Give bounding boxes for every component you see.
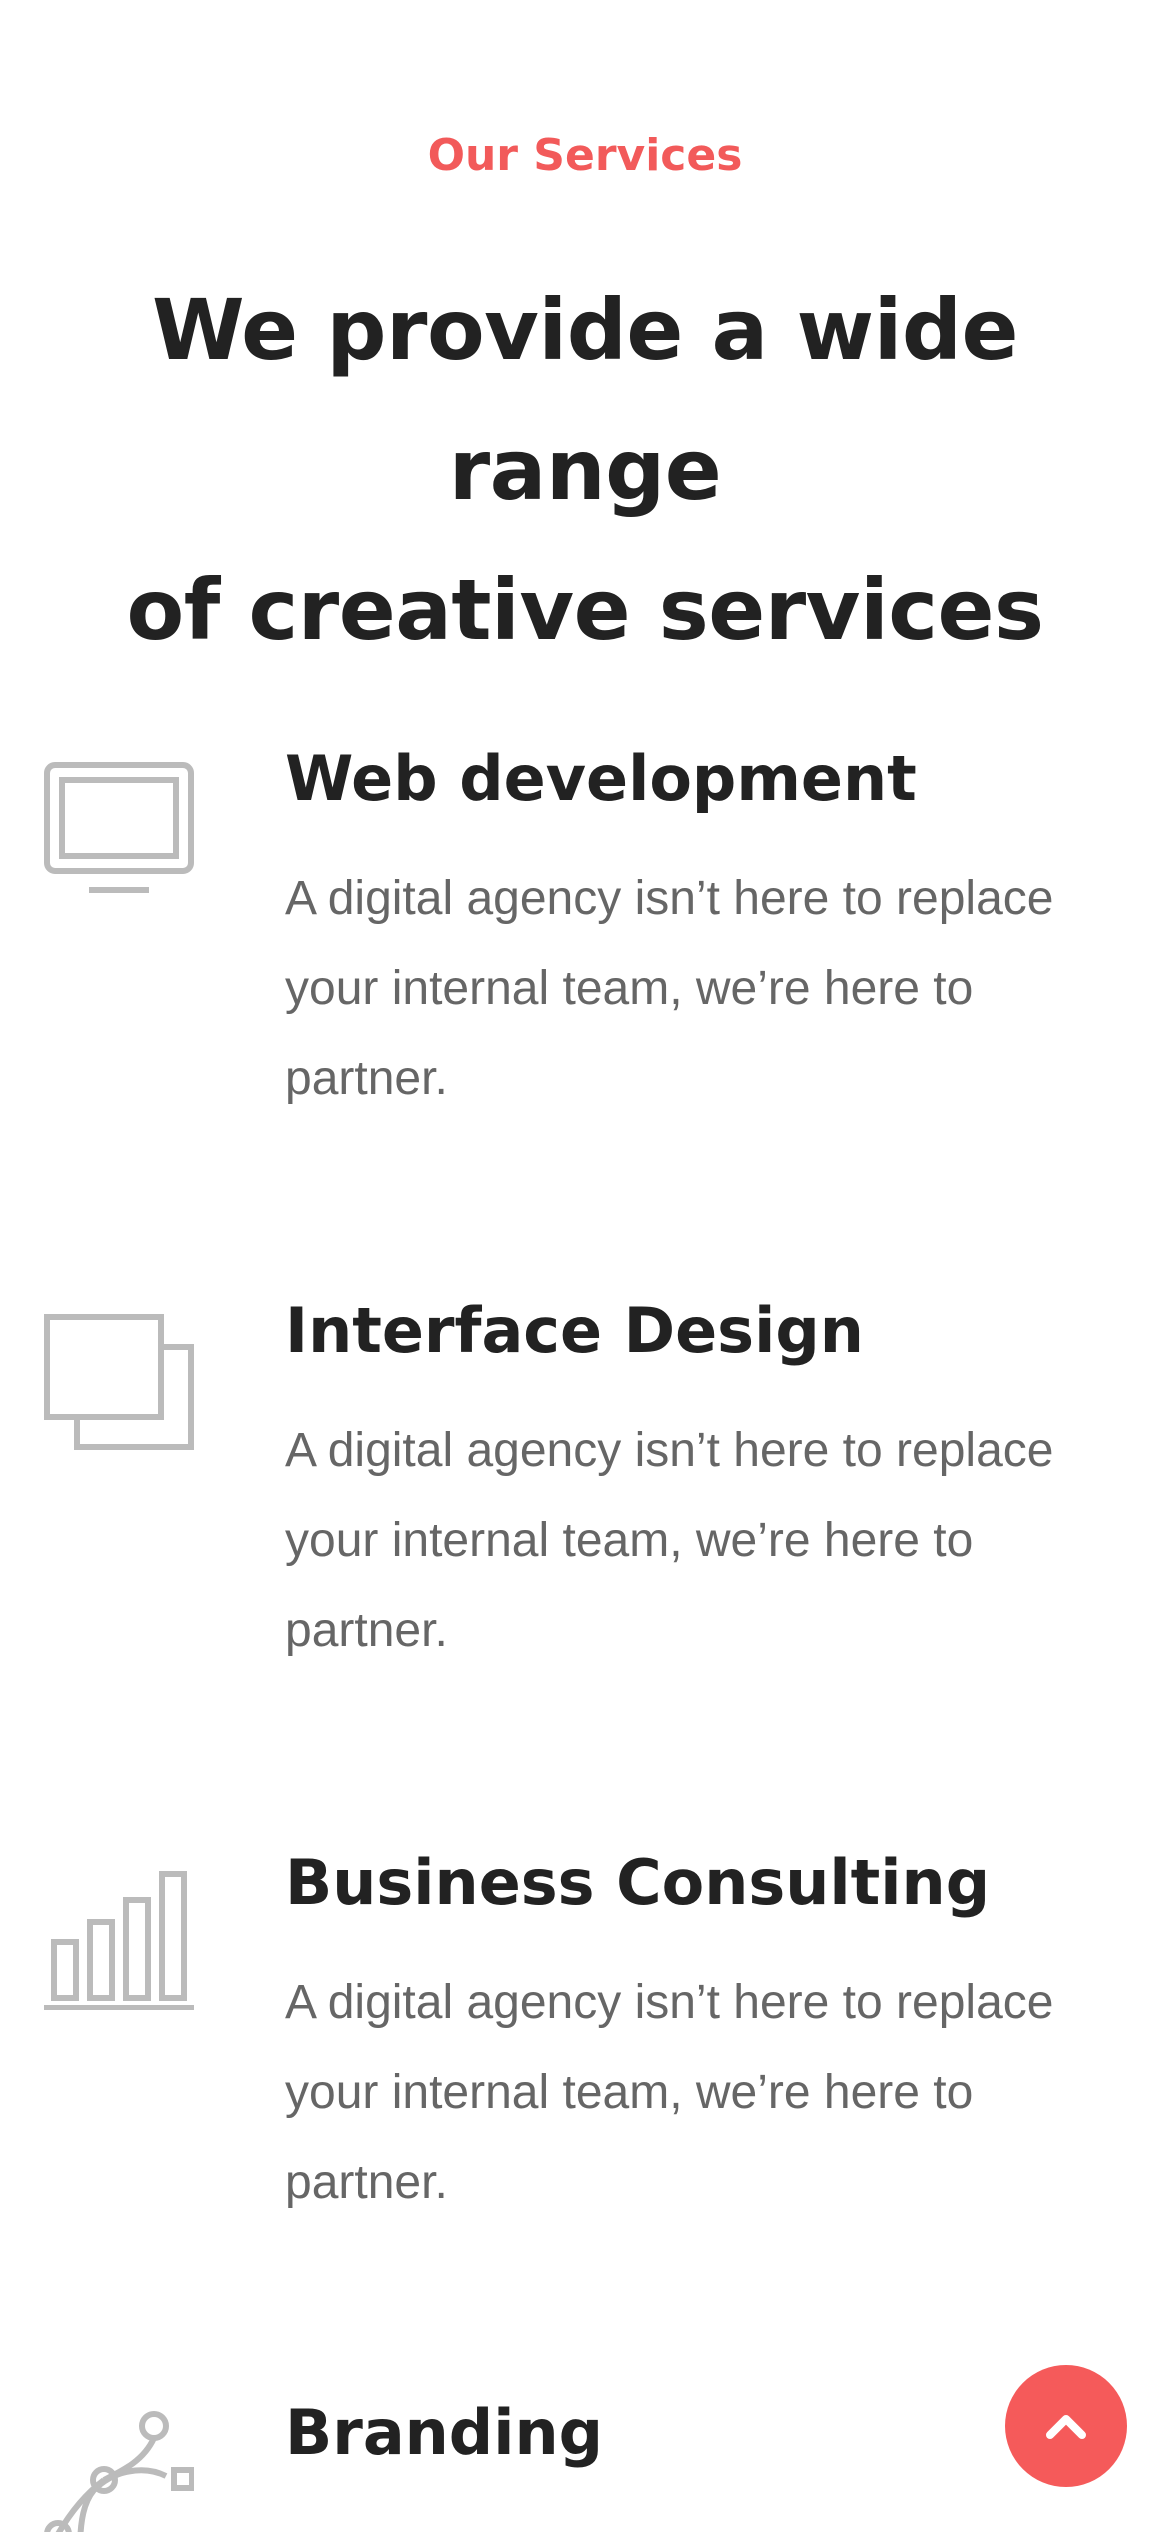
chevron-up-icon xyxy=(1046,2415,1086,2439)
section-eyebrow: Our Services xyxy=(427,130,743,181)
headline-line-1: We provide a wide range xyxy=(152,281,1018,519)
service-title: Web development xyxy=(285,742,917,815)
headline-line-2: of creative services xyxy=(126,561,1045,659)
scroll-to-top-button[interactable] xyxy=(1005,2365,1127,2487)
bezier-pen-icon xyxy=(44,2410,194,2532)
service-description: A digital agency isn’t here to replace y… xyxy=(285,1976,1054,2209)
service-title: Interface Design xyxy=(285,1294,864,1367)
service-description: A digital agency isn’t here to replace y… xyxy=(285,872,1054,1105)
section-headline: We provide a wide range of creative serv… xyxy=(40,260,1130,680)
service-title: Branding xyxy=(285,2396,603,2469)
monitor-icon xyxy=(44,762,194,902)
layers-icon xyxy=(44,1314,194,1454)
bar-chart-icon xyxy=(44,1870,194,2010)
service-title: Business Consulting xyxy=(285,1846,991,1919)
service-description: A digital agency isn’t here to replace y… xyxy=(285,1424,1054,1657)
